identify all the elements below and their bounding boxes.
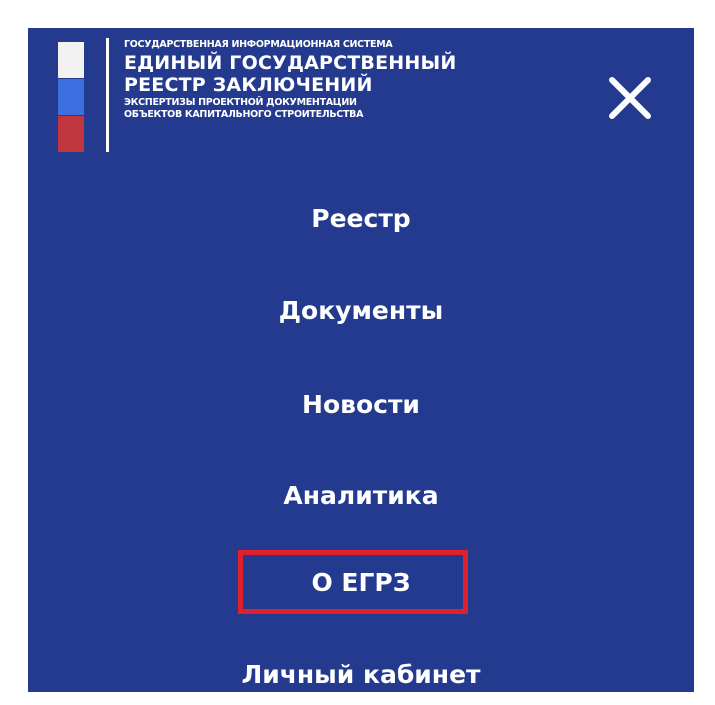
logo-subtitle-line-1: ЭКСПЕРТИЗЫ ПРОЕКТНОЙ ДОКУМЕНТАЦИИ: [124, 96, 357, 108]
russian-flag-logo: [58, 42, 84, 152]
menu-header: ГОСУДАРСТВЕННАЯ ИНФОРМАЦИОННАЯ СИСТЕМА Е…: [28, 28, 694, 168]
flag-stripe-red: [58, 116, 84, 152]
menu-item-documents[interactable]: Документы: [28, 296, 694, 325]
close-menu-button[interactable]: [608, 76, 652, 120]
menu-item-registry[interactable]: Реестр: [28, 204, 694, 233]
logo-divider: [106, 38, 109, 152]
flag-stripe-blue: [58, 79, 84, 115]
highlight-box: [238, 550, 468, 614]
menu-item-news[interactable]: Новости: [28, 390, 694, 419]
close-icon: [609, 77, 651, 119]
logo-text[interactable]: ГОСУДАРСТВЕННАЯ ИНФОРМАЦИОННАЯ СИСТЕМА Е…: [124, 40, 456, 120]
menu-item-analytics[interactable]: Аналитика: [28, 481, 694, 510]
logo-system-caption: ГОСУДАРСТВЕННАЯ ИНФОРМАЦИОННАЯ СИСТЕМА: [124, 39, 393, 50]
logo-title-line-2: РЕЕСТР ЗАКЛЮЧЕНИЙ: [124, 73, 373, 96]
logo-subtitle-line-2: ОБЪЕКТОВ КАПИТАЛЬНОГО СТРОИТЕЛЬСТВА: [124, 108, 364, 120]
logo-title-line-1: ЕДИНЫЙ ГОСУДАРСТВЕННЫЙ: [124, 51, 457, 74]
menu-item-personal-account[interactable]: Личный кабинет: [28, 660, 694, 689]
mobile-menu-panel: ГОСУДАРСТВЕННАЯ ИНФОРМАЦИОННАЯ СИСТЕМА Е…: [28, 28, 694, 692]
flag-stripe-white: [58, 42, 84, 78]
screenshot-frame: ГОСУДАРСТВЕННАЯ ИНФОРМАЦИОННАЯ СИСТЕМА Е…: [0, 0, 715, 705]
